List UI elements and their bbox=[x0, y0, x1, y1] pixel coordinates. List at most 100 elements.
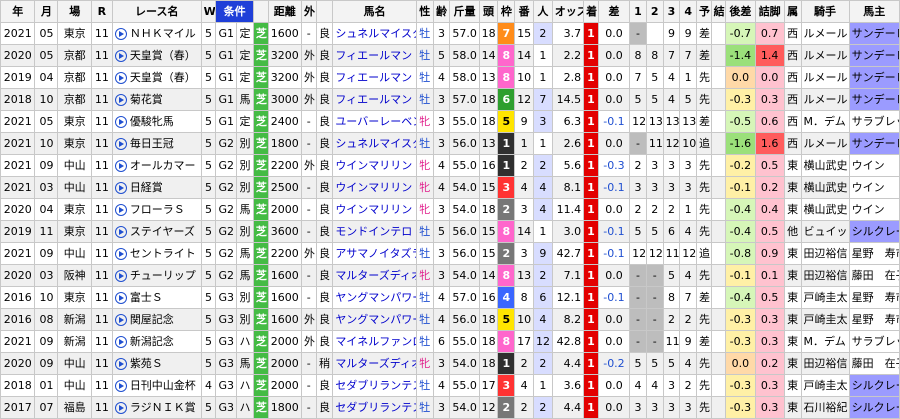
cell-jockey[interactable]: ビュイッ bbox=[800, 220, 850, 243]
header-month[interactable]: 月 bbox=[34, 0, 59, 23]
cell-race-name[interactable]: チューリップ bbox=[111, 264, 202, 287]
header-result[interactable]: 結 bbox=[710, 0, 727, 23]
cell-horse[interactable]: ヤングマンパワー bbox=[332, 308, 417, 331]
header-race-no[interactable]: R bbox=[90, 0, 113, 23]
header-weight[interactable]: 斤量 bbox=[449, 0, 480, 23]
play-icon[interactable] bbox=[114, 115, 127, 128]
play-icon[interactable] bbox=[114, 313, 127, 326]
header-c2[interactable]: 2 bbox=[645, 0, 664, 23]
header-zoku[interactable]: 属 bbox=[783, 0, 802, 23]
header-going[interactable] bbox=[315, 0, 334, 23]
cell-race-name[interactable]: 新潟記念 bbox=[111, 330, 202, 353]
cell-owner[interactable]: シルクレーシ bbox=[848, 220, 900, 243]
table-row[interactable]: 2020 05 京都 11 天皇賞（春） 5 G1 定芝 3200 外良フィエールマン牡 5 58.0… bbox=[0, 44, 900, 67]
cell-jockey[interactable]: 田辺裕信 bbox=[800, 352, 850, 375]
play-icon[interactable] bbox=[114, 401, 127, 414]
cell-jockey[interactable]: 横山武史 bbox=[800, 176, 850, 199]
header-pred[interactable]: 予 bbox=[696, 0, 712, 23]
cell-owner[interactable]: ウイン bbox=[848, 176, 900, 199]
play-icon[interactable] bbox=[114, 357, 127, 370]
header-pop[interactable]: 人 bbox=[532, 0, 553, 23]
cell-horse[interactable]: アサマノイタズラ bbox=[332, 242, 417, 265]
table-row[interactable]: 2021 05 東京 11 優駿牝馬 5 G1 定芝 2400- 良ユーバーレーベン牝 3 55.0 1… bbox=[0, 110, 900, 133]
cell-horse[interactable]: シュネルマイスター bbox=[332, 22, 417, 45]
cell-horse[interactable]: フィエールマン bbox=[332, 88, 417, 111]
header-diff[interactable]: 差 bbox=[597, 0, 631, 23]
cell-owner[interactable]: ウイン bbox=[848, 154, 900, 177]
play-icon[interactable] bbox=[114, 291, 127, 304]
cell-jockey[interactable]: 横山武史 bbox=[800, 154, 850, 177]
cell-jockey[interactable]: ルメール bbox=[800, 132, 850, 155]
cell-race-name[interactable]: 優駿牝馬 bbox=[111, 110, 202, 133]
table-row[interactable]: 202109新潟11新潟記念5G3ハ芝2000外良マイネルファンロン牡655.0… bbox=[0, 330, 900, 353]
cell-race-name[interactable]: フローラＳ bbox=[111, 198, 202, 221]
cell-race-name[interactable]: セントライト bbox=[111, 242, 202, 265]
table-row[interactable]: 2021 03 中山 11 日経賞 5 G2 別芝 2500- 良ウインマリリン牝 4 54.0 15 3… bbox=[0, 176, 900, 199]
table-row[interactable]: 2016 08 新潟 11 関屋記念 5 G3 別芝 1600 外良ヤングマンパワー牡 4 56.0 1… bbox=[0, 308, 900, 331]
header-race-name[interactable]: レース名 bbox=[111, 0, 202, 23]
header-finish[interactable]: 着 bbox=[583, 0, 599, 23]
header-gate[interactable]: 枠 bbox=[497, 0, 516, 23]
header-place[interactable]: 場 bbox=[57, 0, 92, 23]
table-row[interactable]: 202003阪神11チューリップ5G2馬芝1600-良マルターズディオサ牝354… bbox=[0, 264, 900, 287]
play-icon[interactable] bbox=[114, 203, 127, 216]
cell-horse[interactable]: フィエールマン bbox=[332, 66, 417, 89]
cell-race-name[interactable]: 毎日王冠 bbox=[111, 132, 202, 155]
header-after[interactable]: 後差 bbox=[725, 0, 756, 23]
cell-owner[interactable]: サンデーレー bbox=[848, 88, 900, 111]
table-row[interactable]: 2021 09 中山 11 セントライト 5 G2 馬芝 2200 外良アサマノイタズラ牡 3 56.… bbox=[0, 242, 900, 265]
cell-jockey[interactable]: 戸崎圭太 bbox=[800, 308, 850, 331]
play-icon[interactable] bbox=[114, 247, 127, 260]
header-horse[interactable]: 馬名 bbox=[332, 0, 417, 23]
cell-horse[interactable]: ウインマリリン bbox=[332, 154, 417, 177]
cell-jockey[interactable]: 田辺裕信 bbox=[800, 264, 850, 287]
play-icon[interactable] bbox=[114, 159, 127, 172]
cell-jockey[interactable]: ルメール bbox=[800, 22, 850, 45]
play-icon[interactable] bbox=[114, 49, 127, 62]
table-row[interactable]: 2018 10 京都 11 菊花賞 5 G1 馬芝 3000 外良フィエールマン牡 3 57.0 18 6… bbox=[0, 88, 900, 111]
cell-horse[interactable]: マルターズディオサ bbox=[332, 264, 417, 287]
play-icon[interactable] bbox=[114, 225, 127, 238]
cell-horse[interactable]: セダブリランテス bbox=[332, 374, 417, 397]
cell-race-name[interactable]: 菊花賞 bbox=[111, 88, 202, 111]
cell-horse[interactable]: ユーバーレーベン bbox=[332, 110, 417, 133]
table-row[interactable]: 202009中山11紫苑Ｓ5G3馬芝2000-稍マルターズディオサ牝354.01… bbox=[0, 352, 900, 375]
cell-horse[interactable]: フィエールマン bbox=[332, 44, 417, 67]
cell-owner[interactable]: サラブレッド bbox=[848, 330, 900, 353]
table-row[interactable]: 2016 10 東京 11 富士Ｓ 5 G3 別芝 1600- 良ヤングマンパワー牡 4 57.0 16… bbox=[0, 286, 900, 309]
cell-horse[interactable]: ウインマリリン bbox=[332, 176, 417, 199]
play-icon[interactable] bbox=[114, 181, 127, 194]
play-icon[interactable] bbox=[114, 27, 127, 40]
header-age[interactable]: 齢 bbox=[432, 0, 451, 23]
cell-jockey[interactable]: ルメール bbox=[800, 66, 850, 89]
cell-race-name[interactable]: 日刊中山金杯 bbox=[111, 374, 202, 397]
cell-race-name[interactable]: 天皇賞（春） bbox=[111, 66, 202, 89]
header-head[interactable]: 頭 bbox=[478, 0, 499, 23]
header-surface[interactable] bbox=[252, 0, 269, 23]
cell-race-name[interactable]: 富士Ｓ bbox=[111, 286, 202, 309]
header-jockey[interactable]: 騎手 bbox=[800, 0, 850, 23]
table-row[interactable]: 2021 09 中山 11 オールカマー 5 G2 別芝 2200 外良ウインマリリン牝 4 55.0… bbox=[0, 154, 900, 177]
table-row[interactable]: 2018 01 中山 11 日刊中山金杯 4 G3 ハ芝 2000- 良セダブリランテス牡 4 55.… bbox=[0, 374, 900, 397]
cell-owner[interactable]: サンデーレー bbox=[848, 22, 900, 45]
cell-horse[interactable]: モンドインテロ bbox=[332, 220, 417, 243]
header-c3[interactable]: 3 bbox=[662, 0, 681, 23]
cell-jockey[interactable]: ルメール bbox=[800, 88, 850, 111]
cell-horse[interactable]: ウインマリリン bbox=[332, 198, 417, 221]
header-c1[interactable]: 1 bbox=[629, 0, 647, 23]
cell-jockey[interactable]: 戸崎圭太 bbox=[800, 286, 850, 309]
cell-owner[interactable]: サラブレッド bbox=[848, 110, 900, 133]
cell-owner[interactable]: 藤田 在子 bbox=[848, 264, 900, 287]
cell-owner[interactable]: 星野 寿市 bbox=[848, 242, 900, 265]
header-owner[interactable]: 馬主 bbox=[848, 0, 900, 23]
cell-horse[interactable]: ヤングマンパワー bbox=[332, 286, 417, 309]
cell-race-name[interactable]: ＮＨＫマイル bbox=[111, 22, 202, 45]
cell-jockey[interactable]: 田辺裕信 bbox=[800, 242, 850, 265]
header-year[interactable]: 年 bbox=[0, 0, 36, 23]
cell-owner[interactable]: サンデーレー bbox=[848, 44, 900, 67]
cell-owner[interactable]: サンデーレー bbox=[848, 66, 900, 89]
cell-horse[interactable]: シュネルマイスター bbox=[332, 132, 417, 155]
cell-jockey[interactable]: M．デム bbox=[800, 110, 850, 133]
cell-owner[interactable]: シルクレーシ bbox=[848, 374, 900, 397]
header-outer[interactable]: 外 bbox=[300, 0, 317, 23]
